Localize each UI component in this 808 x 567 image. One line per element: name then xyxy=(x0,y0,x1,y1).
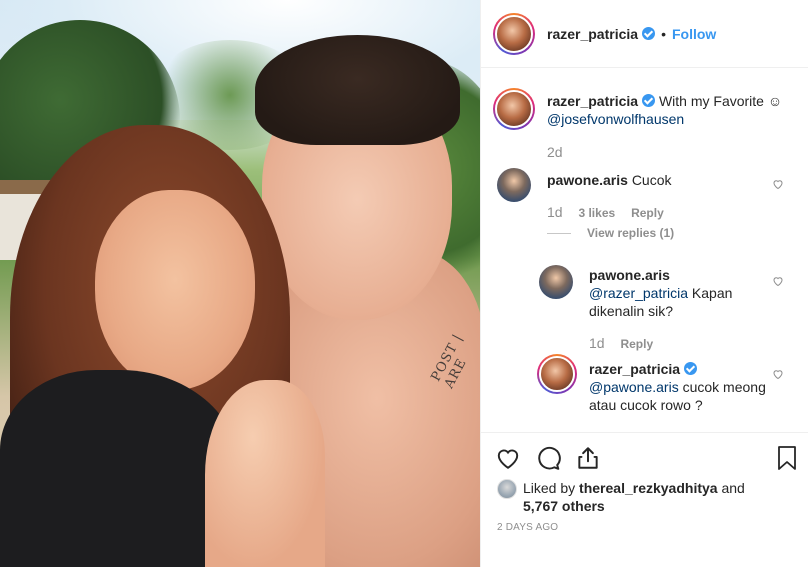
verified-badge-icon xyxy=(642,27,656,40)
comment-caption-body: razer_patricia With my Favorite ☺ @josef… xyxy=(547,92,797,128)
likes-others-link[interactable]: 5,767 others xyxy=(523,498,605,514)
heart-icon[interactable] xyxy=(772,178,784,190)
reply-button[interactable]: Reply xyxy=(620,337,653,351)
liked-by-text: Liked by thereal_rezkyadhitya and 5,767 … xyxy=(523,479,745,515)
reply-time[interactable]: 1d xyxy=(589,335,605,351)
photo-woman-arm xyxy=(205,380,325,567)
liked-by-prefix: Liked by xyxy=(523,480,576,496)
heart-icon[interactable] xyxy=(772,368,784,380)
reply-meta: 1d Reply xyxy=(589,335,653,351)
post-photo[interactable]: POST | ARE xyxy=(0,0,480,567)
reply-2-body: razer_patricia @pawone.aris cucok meong … xyxy=(589,360,769,414)
heart-icon[interactable] xyxy=(772,275,784,287)
post-date[interactable]: 2 DAYS AGO xyxy=(497,522,558,533)
comment-meta: 1d 3 likes Reply xyxy=(547,204,664,220)
liked-by: Liked by thereal_rezkyadhitya and 5,767 … xyxy=(497,479,745,515)
verified-badge-icon xyxy=(684,362,698,375)
reply-button[interactable]: Reply xyxy=(631,206,664,220)
comment-mention[interactable]: @josefvonwolfhausen xyxy=(547,111,684,127)
view-replies-button[interactable]: View replies (1) xyxy=(547,226,674,240)
share-icon[interactable] xyxy=(575,445,601,471)
post-actions: Liked by thereal_rezkyadhitya and 5,767 … xyxy=(481,432,808,567)
liked-by-suffix: and xyxy=(721,480,745,496)
reply-mention[interactable]: @pawone.aris xyxy=(589,379,679,395)
heart-icon[interactable] xyxy=(495,445,521,471)
comment-time[interactable]: 2d xyxy=(547,144,563,160)
photo-man-hair xyxy=(255,35,460,145)
separator-dot: • xyxy=(661,25,666,42)
verified-badge-icon xyxy=(642,94,656,107)
reply-username[interactable]: pawone.aris xyxy=(589,267,670,283)
photo-woman-top xyxy=(0,370,240,567)
view-replies-label[interactable]: View replies (1) xyxy=(587,226,674,240)
author-username[interactable]: razer_patricia xyxy=(547,26,638,42)
comment-likes[interactable]: 3 likes xyxy=(578,206,615,220)
comment-avatar[interactable] xyxy=(493,88,535,130)
comments-list: razer_patricia With my Favorite ☺ @josef… xyxy=(481,68,808,432)
photo-woman-face xyxy=(95,190,255,390)
author-avatar[interactable] xyxy=(493,12,535,55)
comment-avatar[interactable] xyxy=(497,168,531,202)
liker-username[interactable]: thereal_rezkyadhitya xyxy=(579,480,718,496)
post-side-panel: razer_patricia • Follow razer_patricia W… xyxy=(480,0,808,567)
reply-username[interactable]: razer_patricia xyxy=(589,361,680,377)
comment-username[interactable]: pawone.aris xyxy=(547,172,628,188)
liker-avatar[interactable] xyxy=(497,479,517,499)
bookmark-icon[interactable] xyxy=(775,445,799,471)
post-header: razer_patricia • Follow xyxy=(481,0,808,68)
reply-avatar[interactable] xyxy=(539,265,573,299)
comment-1-body: pawone.aris Cucok xyxy=(547,171,672,189)
comment-text: Cucok xyxy=(631,172,672,188)
follow-button[interactable]: Follow xyxy=(672,26,716,42)
comment-time[interactable]: 1d xyxy=(547,204,563,220)
comment-text: With my Favorite ☺ xyxy=(658,93,783,109)
reply-1-body: pawone.aris @razer_patricia Kapan dikena… xyxy=(589,266,759,320)
view-replies-line xyxy=(547,233,571,235)
reply-mention[interactable]: @razer_patricia xyxy=(589,285,688,301)
comment-username[interactable]: razer_patricia xyxy=(547,93,638,109)
comment-icon[interactable] xyxy=(535,445,561,471)
reply-avatar[interactable] xyxy=(537,354,577,394)
comment-caption xyxy=(493,88,535,130)
